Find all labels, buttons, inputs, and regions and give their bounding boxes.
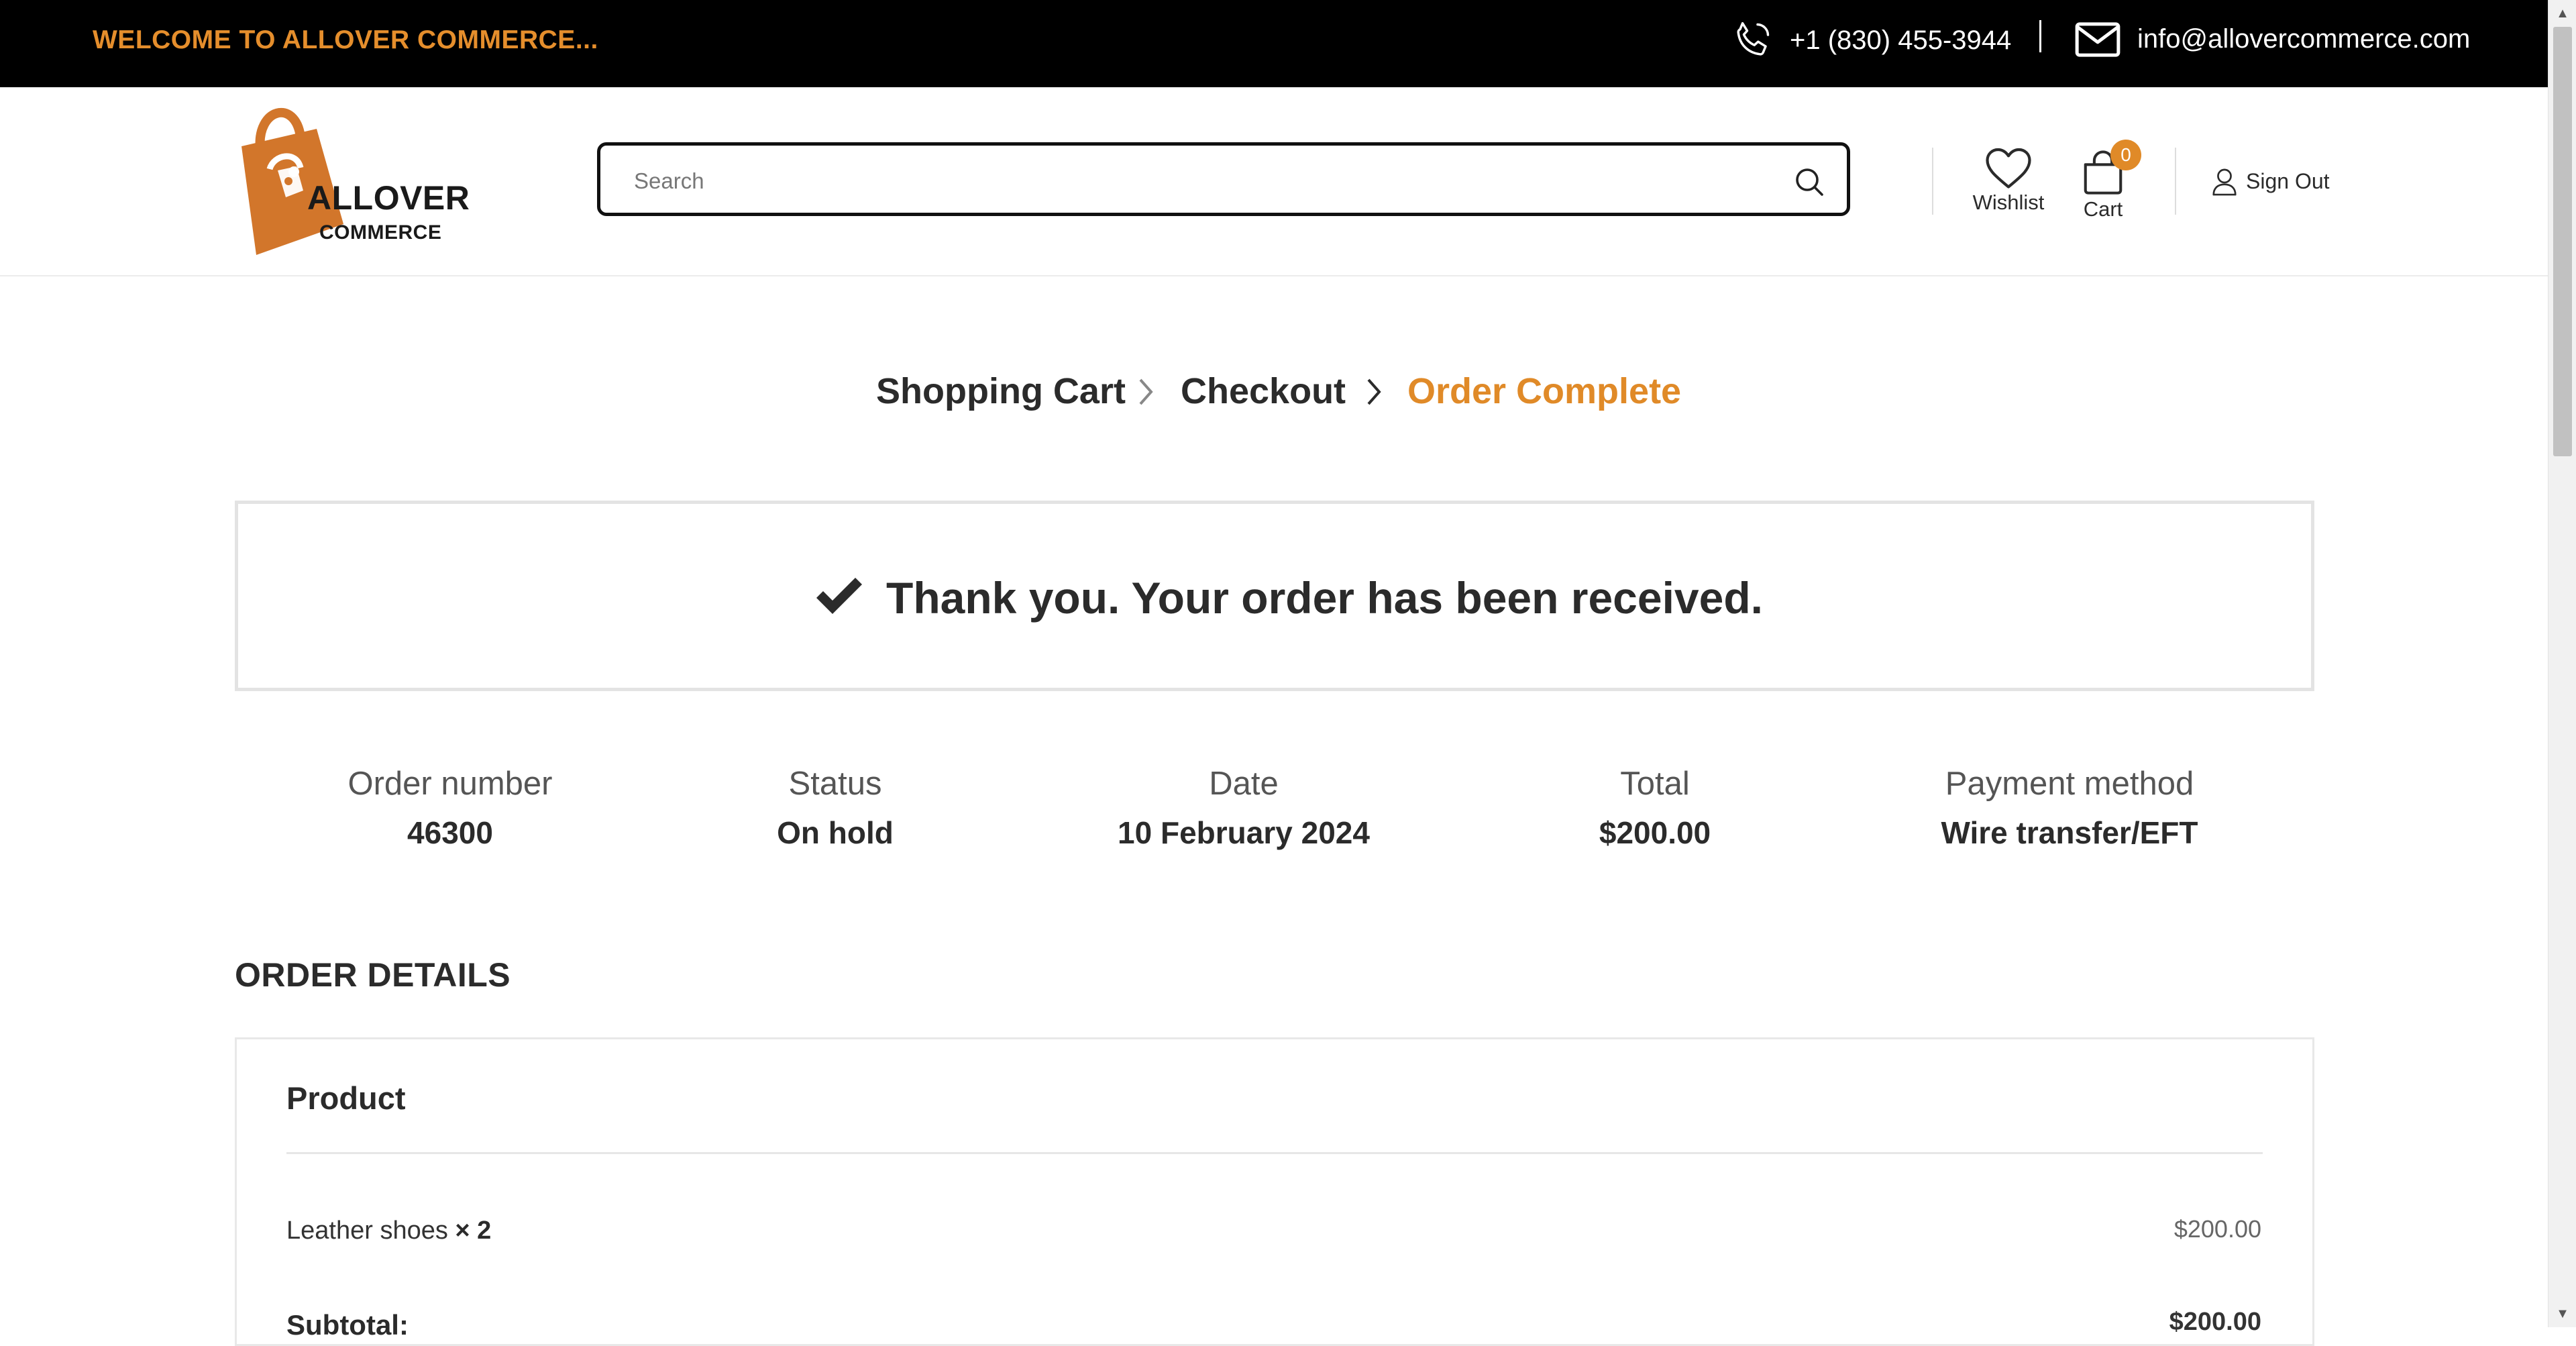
overview-date: Date 10 February 2024 [1042,765,1445,851]
mail-icon [2075,22,2121,57]
checkmark-icon [816,578,862,614]
breadcrumb-checkout[interactable]: Checkout [1181,370,1346,412]
sign-out-label: Sign Out [2246,169,2330,193]
header-divider [2175,148,2176,215]
search-bar [597,142,1850,216]
page-scrollbar[interactable]: ▲ ▼ [2548,0,2576,1327]
scrollbar-thumb[interactable] [2553,27,2572,456]
top-bar: WELCOME TO ALLOVER COMMERCE... +1 (830) … [0,0,2548,87]
breadcrumb-shopping-cart[interactable]: Shopping Cart [876,370,1126,412]
order-received-message: Thank you. Your order has been received. [886,573,1763,623]
search-input[interactable] [633,162,1735,201]
overview-value: Wire transfer/EFT [1941,815,2198,850]
logo-text-allover: ALLOVER [307,179,470,217]
site-logo[interactable]: ALLOVER COMMERCE [221,97,470,264]
phone-number-link[interactable]: +1 (830) 455-3944 [1790,25,2011,56]
site-header: ALLOVER COMMERCE Wishlist Cart 0 Sign Ou… [0,87,2548,276]
overview-label: Status [788,766,882,802]
chevron-right-icon [1367,378,1381,405]
heart-icon [1986,148,2031,189]
phone-icon [1737,21,1770,56]
overview-order-number: Order number 46300 [249,765,651,851]
search-icon[interactable] [1793,166,1825,198]
overview-label: Total [1620,766,1690,802]
overview-payment-method: Payment method Wire transfer/EFT [1868,765,2271,851]
overview-value: $200.00 [1599,815,1711,850]
cart-label: Cart [2083,197,2123,221]
overview-status: Status On hold [634,765,1036,851]
order-details-table: Product Leather shoes × 2 $200.00 Subtot… [235,1037,2314,1346]
table-divider [286,1152,2263,1154]
overview-total: Total $200.00 [1454,765,1856,851]
wishlist-label: Wishlist [1972,191,2045,214]
checkout-breadcrumb: Shopping Cart Checkout Order Complete [0,368,2548,419]
product-column-header: Product [286,1080,406,1116]
overview-label: Date [1209,766,1279,802]
product-line-total: $200.00 [2174,1215,2261,1243]
order-overview: Order number 46300 Status On hold Date 1… [0,765,2548,859]
order-details-heading: ORDER DETAILS [235,956,511,994]
overview-value: On hold [777,815,894,850]
logo-text-commerce: COMMERCE [319,221,442,244]
cart-button[interactable]: Cart 0 [2073,140,2141,227]
subtotal-value: $200.00 [2169,1308,2261,1336]
user-icon [2212,168,2237,196]
email-link[interactable]: info@allovercommerce.com [2137,24,2470,54]
overview-label: Payment method [1945,766,2194,802]
scroll-up-arrow-icon[interactable]: ▲ [2548,0,2576,27]
scroll-down-arrow-icon[interactable]: ▼ [2548,1300,2576,1327]
wishlist-button[interactable]: Wishlist [1967,146,2050,227]
welcome-text: WELCOME TO ALLOVER COMMERCE... [93,25,598,54]
overview-label: Order number [347,766,553,802]
overview-value: 46300 [407,815,493,850]
table-row-product: Leather shoes × 2 [286,1216,491,1245]
overview-value: 10 February 2024 [1118,815,1370,850]
order-received-notice: Thank you. Your order has been received. [235,501,2314,691]
chevron-right-icon [1139,378,1153,405]
breadcrumb-order-complete: Order Complete [1407,371,1682,411]
cart-count-badge: 0 [2110,140,2141,170]
product-name-link[interactable]: Leather shoes [286,1216,448,1245]
header-divider [1932,148,1933,215]
topbar-divider [2039,20,2041,52]
product-quantity: × 2 [455,1216,492,1245]
subtotal-label: Subtotal: [286,1309,409,1341]
